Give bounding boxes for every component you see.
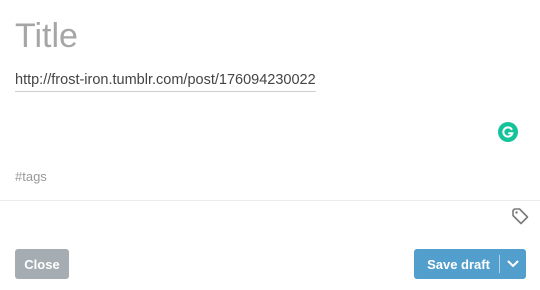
tags-input[interactable] — [15, 166, 495, 186]
grammarly-icon[interactable] — [498, 122, 518, 142]
save-draft-button[interactable]: Save draft — [414, 249, 499, 279]
grammarly-glyph — [502, 126, 514, 138]
close-button[interactable]: Close — [15, 249, 69, 279]
tag-icon[interactable] — [510, 206, 530, 226]
post-link-url[interactable]: http://frost-iron.tumblr.com/post/176094… — [15, 70, 316, 92]
post-title-input[interactable]: Title — [15, 16, 78, 56]
save-options-dropdown-button[interactable] — [500, 249, 526, 279]
save-draft-button-group: Save draft — [414, 249, 526, 279]
divider — [0, 200, 540, 201]
chevron-down-icon — [507, 260, 519, 267]
